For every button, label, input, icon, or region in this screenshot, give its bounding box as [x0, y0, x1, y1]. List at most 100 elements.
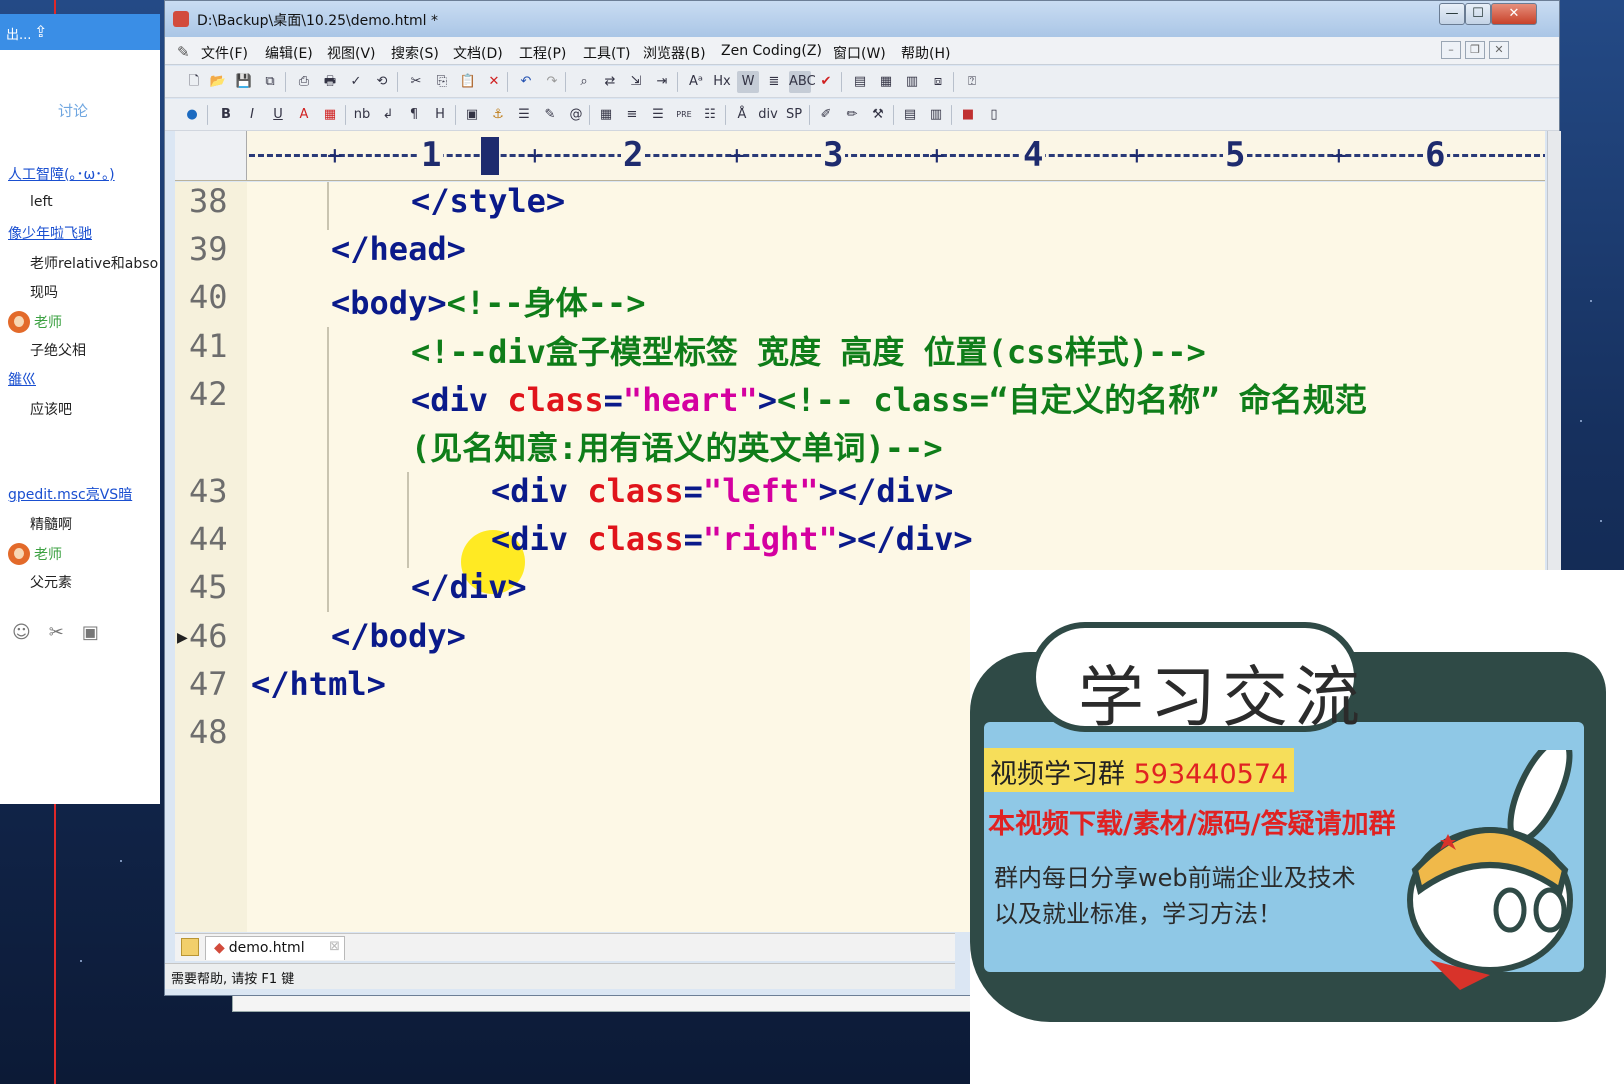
print-preview-icon[interactable]: ⎙: [293, 71, 315, 93]
line-break-button[interactable]: ↲: [377, 104, 399, 126]
replace-icon[interactable]: ⇄: [599, 71, 621, 93]
mdi-minimize-icon[interactable]: –: [1441, 41, 1461, 59]
word-wrap-icon[interactable]: W: [737, 71, 759, 93]
pre-button[interactable]: PRE: [673, 104, 695, 126]
nbsp-button[interactable]: nb: [351, 104, 373, 126]
edit-icon[interactable]: ✎: [539, 104, 561, 126]
style-icon[interactable]: ✏: [841, 104, 863, 126]
chat-username[interactable]: gpedit.msc亮VS暗: [0, 480, 160, 510]
menu-edit[interactable]: 编辑(E): [265, 43, 313, 63]
open-file-icon[interactable]: 📂: [207, 71, 229, 93]
menu-browser[interactable]: 浏览器(B): [643, 43, 706, 63]
div-button[interactable]: div: [757, 104, 779, 126]
italic-button[interactable]: I: [241, 104, 263, 126]
frame-icon[interactable]: ▥: [925, 104, 947, 126]
promo-download-line: 本视频下载/素材/源码/答疑请加群: [988, 809, 1396, 840]
copy-icon[interactable]: ⎘: [431, 71, 453, 93]
folder-icon[interactable]: [181, 938, 199, 956]
center-icon[interactable]: ☰: [647, 104, 669, 126]
font-color-button[interactable]: A: [293, 104, 315, 126]
indent-icon[interactable]: ⇥: [651, 71, 673, 93]
title-bar[interactable]: D:\Backup\桌面\10.25\demo.html * — ☐ ✕: [165, 1, 1559, 37]
chat-tab-discussion[interactable]: 讨论: [0, 50, 160, 160]
emoji-icon[interactable]: ☺: [12, 622, 31, 643]
menu-search[interactable]: 搜索(S): [391, 43, 439, 63]
tools-icon[interactable]: ⚒: [867, 104, 889, 126]
chat-username[interactable]: 人工智障(｡･ω･｡): [0, 160, 160, 190]
maximize-button[interactable]: ☐: [1465, 3, 1491, 25]
undo-icon[interactable]: ↶: [515, 71, 537, 93]
refresh-icon[interactable]: ⟲: [371, 71, 393, 93]
color-icon[interactable]: ■: [957, 104, 979, 126]
fold-marker-icon[interactable]: ▶: [177, 630, 188, 646]
globe-icon[interactable]: ●: [181, 104, 203, 126]
heading-button[interactable]: H: [429, 104, 451, 126]
ruler-number: 1: [419, 135, 444, 175]
line-numbers-icon[interactable]: ≣: [763, 71, 785, 93]
menu-view[interactable]: 视图(V): [327, 43, 376, 63]
abc-icon[interactable]: ABC: [789, 71, 816, 93]
menu-window[interactable]: 窗口(W): [833, 43, 886, 63]
hr-icon[interactable]: ☰: [513, 104, 535, 126]
image-icon[interactable]: ▣: [461, 104, 483, 126]
chat-teacher-name[interactable]: 老师: [0, 307, 160, 336]
code-token: =: [603, 381, 623, 419]
layout-icon[interactable]: ▯: [983, 104, 1005, 126]
delete-icon[interactable]: ✕: [483, 71, 505, 93]
paragraph-button[interactable]: ¶: [403, 104, 425, 126]
hex-icon[interactable]: Hx: [711, 71, 733, 93]
code-string: "heart": [622, 381, 758, 419]
menu-document[interactable]: 文档(D): [453, 43, 503, 63]
tab-close-icon[interactable]: ⊠: [329, 939, 340, 954]
minimize-button[interactable]: —: [1439, 3, 1465, 25]
menu-zen-coding[interactable]: Zen Coding(Z): [721, 43, 822, 59]
paste-icon[interactable]: 📋: [457, 71, 479, 93]
script-icon[interactable]: ✐: [815, 104, 837, 126]
mdi-restore-icon[interactable]: ❐: [1465, 41, 1485, 59]
text-style-icon[interactable]: Å: [731, 104, 753, 126]
color-palette-icon[interactable]: ▦: [319, 104, 341, 126]
anchor-icon[interactable]: ⚓: [487, 104, 509, 126]
chat-teacher-name[interactable]: 老师: [0, 539, 160, 568]
span-button[interactable]: SP: [783, 104, 805, 126]
panel-icon[interactable]: ▥: [901, 71, 923, 93]
new-file-icon[interactable]: 🗋: [183, 71, 205, 93]
cut-icon[interactable]: ✂: [405, 71, 427, 93]
panel-icon[interactable]: ▤: [849, 71, 871, 93]
share-icon[interactable]: ⇪: [34, 22, 47, 41]
goto-icon[interactable]: ⇲: [625, 71, 647, 93]
find-icon[interactable]: ⌕: [573, 71, 595, 93]
redo-icon[interactable]: ↷: [541, 71, 563, 93]
underline-button[interactable]: U: [267, 104, 289, 126]
code-token: </body>: [331, 617, 466, 655]
email-icon[interactable]: @: [565, 104, 587, 126]
external-icon[interactable]: ⧈: [927, 71, 949, 93]
save-all-icon[interactable]: ⧉: [259, 71, 281, 93]
tab-demo-html[interactable]: ◆ demo.html ⊠: [205, 936, 345, 960]
menu-project[interactable]: 工程(P): [519, 43, 566, 63]
ruler-tick: +: [527, 141, 543, 171]
menu-tools[interactable]: 工具(T): [583, 43, 630, 63]
font-size-icon[interactable]: Aᵃ: [685, 71, 707, 93]
align-icon[interactable]: ≡: [621, 104, 643, 126]
spellcheck-icon[interactable]: ✓: [345, 71, 367, 93]
check-icon[interactable]: ✔: [815, 71, 837, 93]
print-icon[interactable]: 🖶: [319, 71, 341, 93]
list-icon[interactable]: ☷: [699, 104, 721, 126]
ruler-number: 6: [1423, 135, 1448, 175]
close-button[interactable]: ✕: [1491, 3, 1537, 25]
panel-icon[interactable]: ▦: [875, 71, 897, 93]
image-icon[interactable]: ▣: [82, 622, 99, 643]
menu-help[interactable]: 帮助(H): [901, 43, 950, 63]
chat-username[interactable]: 像少年啦飞驰: [0, 219, 160, 249]
scissors-icon[interactable]: ✂: [49, 622, 64, 643]
bold-button[interactable]: B: [215, 104, 237, 126]
table-icon[interactable]: ▦: [595, 104, 617, 126]
mdi-close-icon[interactable]: ✕: [1489, 41, 1509, 59]
form-icon[interactable]: ▤: [899, 104, 921, 126]
save-icon[interactable]: 💾: [233, 71, 255, 93]
code-line-41: <!--div盒子模型标签 宽度 高度 位置(css样式)-->: [411, 327, 1206, 373]
help-icon[interactable]: ⍰: [961, 71, 983, 93]
chat-username[interactable]: 雒巛: [0, 365, 160, 395]
menu-file[interactable]: 文件(F): [201, 43, 248, 63]
